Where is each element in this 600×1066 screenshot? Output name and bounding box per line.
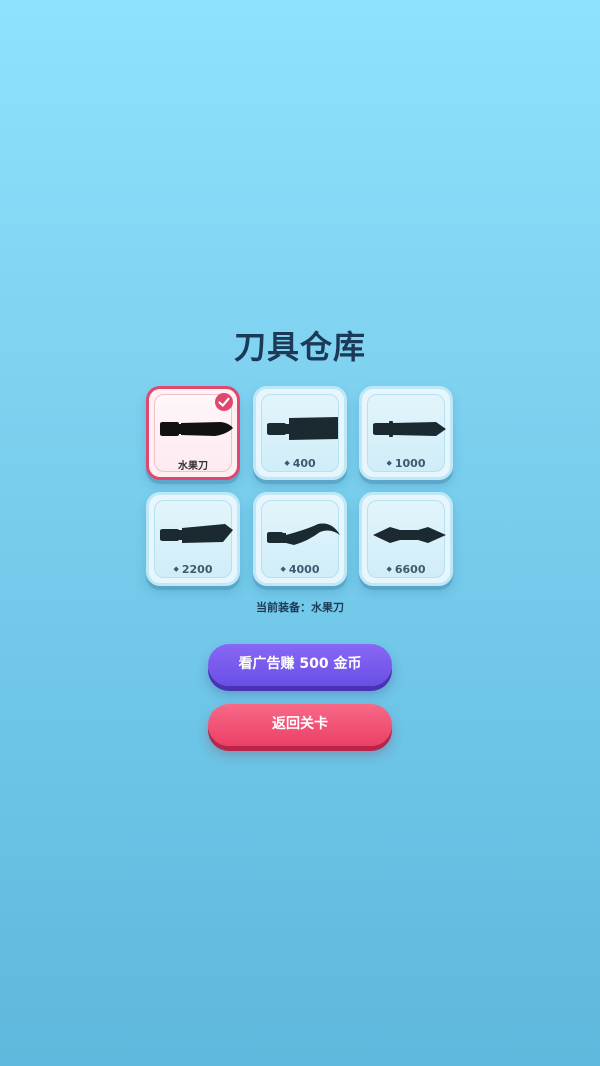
- equipped-knife-text: 当前装备：水果刀: [256, 601, 344, 614]
- dagger-icon: [373, 421, 446, 437]
- page-title: 刀具仓库: [233, 328, 366, 366]
- karambit-icon: [267, 523, 340, 545]
- knife-slot-machete[interactable]: ◆ 2200: [146, 492, 240, 586]
- knife-name-label: 水果刀: [178, 461, 208, 472]
- knife-price: ◆ 2200: [173, 563, 213, 576]
- selected-check-icon: [215, 393, 233, 411]
- back-to-level-button[interactable]: 返回关卡: [208, 704, 392, 746]
- machete-icon: [160, 524, 233, 543]
- knife-slot-cleaver[interactable]: ◆ 400: [253, 386, 347, 480]
- diamond-icon: ◆: [386, 565, 392, 573]
- double-blade-icon: [373, 527, 446, 543]
- knife-slot-karambit[interactable]: ◆ 4000: [253, 492, 347, 586]
- knife-price: ◆ 1000: [386, 457, 426, 470]
- diamond-icon: ◆: [173, 565, 179, 573]
- diamond-icon: ◆: [284, 459, 290, 467]
- knife-slot-double-blade[interactable]: ◆ 6600: [359, 492, 453, 586]
- diamond-icon: ◆: [280, 565, 286, 573]
- knife-grid: 水果刀 ◆ 400 ◆ 1000 ◆ 2200 ◆ 4000 ◆ 6600: [146, 386, 454, 590]
- cleaver-icon: [267, 417, 338, 440]
- knife-slot-dagger[interactable]: ◆ 1000: [359, 386, 453, 480]
- watch-ad-button[interactable]: 看广告赚 500 金币: [208, 644, 392, 686]
- fruit-knife-icon: [160, 422, 233, 436]
- diamond-icon: ◆: [386, 459, 392, 467]
- knife-slot-fruit-knife[interactable]: 水果刀: [146, 386, 240, 480]
- knife-price: ◆ 4000: [280, 563, 320, 576]
- knife-price: ◆ 400: [284, 457, 316, 470]
- knife-price: ◆ 6600: [386, 563, 426, 576]
